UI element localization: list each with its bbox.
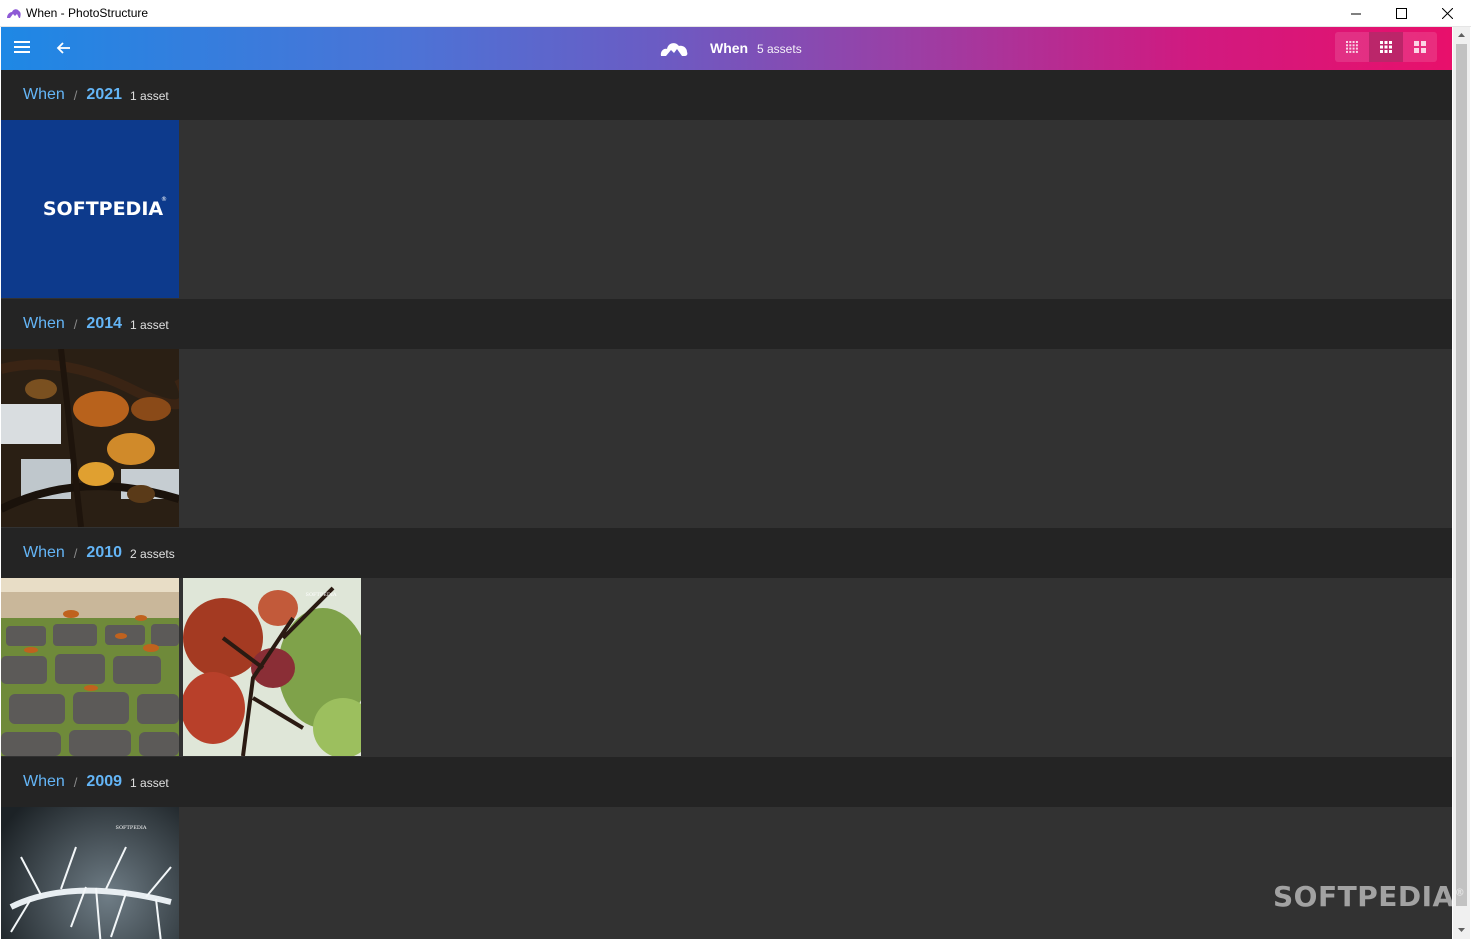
asset-thumbnail[interactable]: SOFTPEDIA [1, 807, 179, 939]
frosted-thorns-photo: SOFTPEDIA [1, 807, 179, 939]
page-title: When [710, 40, 749, 56]
softpedia-logo-image: SOFTPEDIA ® [1, 120, 179, 298]
app-header: When 5 assets [1, 27, 1452, 70]
photostructure-app-icon [7, 9, 21, 18]
autumn-leaves-photo [1, 349, 179, 527]
section-asset-count: 2 assets [130, 547, 175, 561]
breadcrumb-year-link[interactable]: 2014 [86, 315, 122, 333]
minimize-button[interactable] [1333, 0, 1379, 26]
view-mode-toggle [1335, 32, 1437, 62]
minimize-icon [1350, 13, 1361, 14]
breadcrumb: When / 2014 1 asset [23, 299, 169, 349]
breadcrumb-separator: / [73, 545, 78, 561]
breadcrumb-year-link[interactable]: 2021 [86, 86, 122, 104]
breadcrumb-separator: / [73, 87, 78, 103]
maximize-button[interactable] [1378, 0, 1424, 26]
small-grid-view-button[interactable] [1335, 32, 1369, 62]
section-asset-count: 1 asset [130, 89, 169, 103]
breadcrumb: When / 2010 2 assets [23, 528, 175, 578]
breadcrumb-root-link[interactable]: When [23, 773, 65, 791]
breadcrumb-root-link[interactable]: When [23, 315, 65, 333]
close-button[interactable] [1424, 0, 1470, 26]
window-titlebar: When - PhotoStructure [0, 0, 1471, 27]
menu-icon[interactable] [14, 41, 30, 55]
asset-thumbnail[interactable] [1, 349, 179, 527]
softpedia-watermark: SOFTPEDIA® [1273, 880, 1466, 913]
scroll-down-arrow-icon[interactable] [1453, 922, 1470, 938]
breadcrumb-separator: / [73, 316, 78, 332]
photostructure-logo-icon[interactable] [659, 38, 689, 58]
section-asset-count: 1 asset [130, 318, 169, 332]
medium-grid-view-button[interactable] [1369, 32, 1403, 62]
asset-thumbnail[interactable] [1, 578, 179, 756]
breadcrumb-separator: / [73, 774, 78, 790]
cobblestone-path-photo [1, 578, 179, 756]
medium-grid-icon [1380, 41, 1392, 53]
thumbnail-watermark: SOFTPEDIA [306, 592, 337, 598]
thumbnail-logo-text: SOFTPEDIA [43, 198, 164, 220]
maximize-icon [1395, 7, 1407, 19]
breadcrumb-root-link[interactable]: When [23, 544, 65, 562]
large-grid-view-button[interactable] [1403, 32, 1437, 62]
svg-text:®: ® [161, 196, 167, 203]
window-title: When - PhotoStructure [26, 6, 149, 20]
scroll-up-arrow-icon[interactable] [1453, 27, 1470, 43]
breadcrumb-root-link[interactable]: When [23, 86, 65, 104]
breadcrumb-year-link[interactable]: 2009 [86, 773, 122, 791]
thumbnail-watermark: SOFTPEDIA [116, 825, 147, 831]
large-grid-icon [1414, 41, 1426, 53]
asset-count: 5 assets [757, 42, 802, 56]
small-grid-icon [1346, 41, 1358, 53]
close-icon [1441, 7, 1453, 19]
timeline-content: When / 2021 1 asset SOFTPEDIA ® When / 2… [1, 70, 1452, 939]
asset-thumbnail[interactable]: SOFTPEDIA ® [1, 120, 179, 298]
asset-thumbnail[interactable]: SOFTPEDIA [183, 578, 361, 756]
section-header-2010: When / 2010 2 assets [1, 528, 1452, 578]
breadcrumb-year-link[interactable]: 2010 [86, 544, 122, 562]
breadcrumb: When / 2009 1 asset [23, 757, 169, 807]
section-header-2021: When / 2021 1 asset [1, 70, 1452, 120]
section-asset-count: 1 asset [130, 776, 169, 790]
back-arrow-icon[interactable] [56, 40, 72, 56]
vertical-scrollbar[interactable] [1453, 27, 1470, 939]
scrollbar-thumb[interactable] [1456, 44, 1467, 906]
section-header-2009: When / 2009 1 asset [1, 757, 1452, 807]
red-leaves-photo: SOFTPEDIA [183, 578, 361, 756]
breadcrumb: When / 2021 1 asset [23, 70, 169, 120]
section-header-2014: When / 2014 1 asset [1, 299, 1452, 349]
